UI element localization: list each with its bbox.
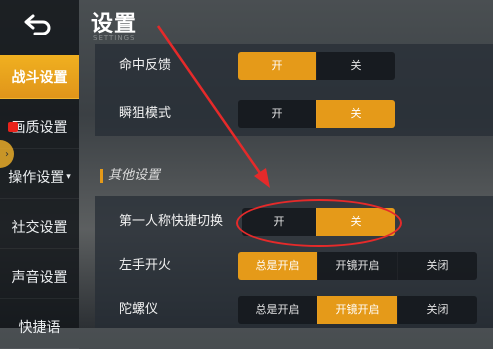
- option-off[interactable]: 关闭: [397, 296, 477, 324]
- sidebar: 战斗设置 画质设置 操作设置 ▾ 社交设置 声音设置 快捷语: [0, 0, 79, 349]
- setting-row-left-fire: 左手开火 总是开启 开镜开启 关闭: [95, 244, 493, 288]
- setting-label: 陀螺仪: [119, 302, 159, 317]
- sidebar-item-label: 快捷语: [18, 319, 61, 336]
- highlight-ellipse: [236, 199, 402, 247]
- sidebar-item-label: 社交设置: [11, 219, 68, 236]
- left-fire-toggle: 总是开启 开镜开启 关闭: [238, 252, 477, 280]
- combat-options-panel: 命中反馈 开 关 瞬狙模式 开 关: [95, 44, 493, 136]
- option-scope[interactable]: 开镜开启: [317, 252, 397, 280]
- setting-row-hit-feedback: 命中反馈 开 关: [95, 44, 493, 88]
- section-title: 其他设置: [108, 168, 161, 183]
- setting-label: 第一人称快捷切换: [119, 214, 224, 229]
- section-accent-bar: [100, 169, 103, 183]
- option-off[interactable]: 关: [316, 100, 395, 128]
- setting-label: 瞬狙模式: [119, 106, 172, 121]
- setting-row-quickscope: 瞬狙模式 开 关: [95, 92, 493, 136]
- option-on[interactable]: 开: [238, 52, 316, 80]
- sidebar-item-label: 声音设置: [11, 269, 68, 286]
- notification-dot: [8, 122, 18, 132]
- gyroscope-toggle: 总是开启 开镜开启 关闭: [238, 296, 477, 324]
- option-scope[interactable]: 开镜开启: [317, 296, 397, 324]
- sidebar-item-quickchat[interactable]: 快捷语: [0, 305, 79, 349]
- option-always[interactable]: 总是开启: [238, 296, 317, 324]
- page-subtitle: SETTINGS: [93, 34, 136, 42]
- option-on[interactable]: 开: [238, 100, 316, 128]
- hit-feedback-toggle: 开 关: [238, 52, 395, 80]
- sidebar-item-label: 操作设置: [8, 169, 65, 186]
- option-always[interactable]: 总是开启: [238, 252, 317, 280]
- sidebar-item-controls[interactable]: 操作设置 ▾: [0, 155, 79, 199]
- quickscope-toggle: 开 关: [238, 100, 395, 128]
- setting-label: 左手开火: [119, 258, 172, 273]
- back-button[interactable]: [15, 8, 61, 40]
- option-off[interactable]: 关: [316, 52, 395, 80]
- sidebar-item-social[interactable]: 社交设置: [0, 205, 79, 249]
- sidebar-item-label: 战斗设置: [11, 69, 68, 86]
- sidebar-item-label: 画质设置: [11, 119, 68, 136]
- setting-row-gyroscope: 陀螺仪 总是开启 开镜开启 关闭: [95, 288, 493, 332]
- setting-label: 命中反馈: [119, 58, 172, 73]
- sidebar-item-combat[interactable]: 战斗设置: [0, 55, 79, 99]
- chevron-down-icon: ▾: [66, 171, 71, 182]
- option-off[interactable]: 关闭: [397, 252, 477, 280]
- back-arrow-icon: [24, 14, 51, 35]
- sidebar-item-sound[interactable]: 声音设置: [0, 255, 79, 299]
